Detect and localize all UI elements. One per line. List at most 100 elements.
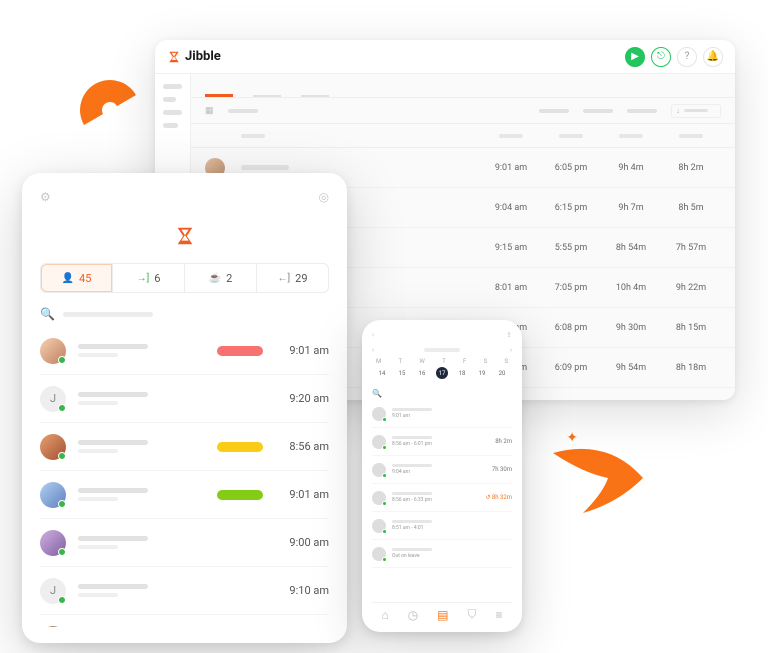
desktop-tabs — [191, 74, 735, 98]
phone-calendar: MTWTFSS 14151617181920 — [372, 356, 512, 385]
status-dot — [58, 548, 66, 556]
list-item[interactable]: 9:13 am — [40, 615, 329, 627]
item-meta — [78, 488, 217, 501]
list-item[interactable]: 8:56 am - 6:33 pm↺ 8h 32m — [372, 484, 512, 512]
nav-reports-icon[interactable]: ▤ — [437, 608, 448, 622]
list-item[interactable]: 9:00 am — [40, 519, 329, 567]
cal-day[interactable]: 15 — [396, 367, 408, 379]
cal-day[interactable]: 18 — [456, 367, 468, 379]
list-item[interactable]: 8:51 am - 4:01 — [372, 512, 512, 540]
prev-icon[interactable]: ‹ — [372, 346, 374, 354]
brand-logo[interactable]: Jibble — [167, 49, 221, 64]
nav-shield-icon[interactable]: ⛉ — [467, 607, 476, 622]
desktop-titlebar: Jibble ▶ ⎋ ? 🔔 — [155, 40, 735, 74]
calendar-icon[interactable]: ▦ — [205, 106, 214, 116]
target-icon[interactable]: ◎ — [319, 190, 329, 204]
col-payable: 8h 5m — [661, 203, 721, 213]
item-meta — [78, 392, 217, 405]
cal-day[interactable]: 17 — [436, 367, 448, 379]
export-icon[interactable]: ⇪ — [506, 331, 512, 339]
segment-out[interactable]: ←] 29 — [257, 264, 328, 292]
item-duration: 8h 2m — [495, 438, 512, 445]
tablet-search[interactable]: 🔍 — [40, 307, 329, 321]
cal-day[interactable]: 14 — [376, 367, 388, 379]
col-in: 9:15 am — [481, 243, 541, 253]
export-button[interactable] — [671, 104, 721, 118]
item-time: 9:20 am — [275, 392, 329, 405]
nav-menu-icon[interactable]: ≡ — [495, 608, 502, 622]
item-time: 9:01 am — [392, 413, 506, 419]
list-item[interactable]: 8:56 am — [40, 423, 329, 471]
tab[interactable] — [301, 95, 329, 97]
item-meta — [78, 536, 217, 549]
help-button[interactable]: ? — [677, 47, 697, 67]
item-meta — [78, 344, 217, 357]
list-item[interactable]: 9:01 am — [40, 471, 329, 519]
avatar — [40, 482, 66, 508]
item-time: 9:10 am — [275, 584, 329, 597]
tab[interactable] — [253, 95, 281, 97]
decorative-swoosh-left — [73, 73, 146, 146]
tab-active[interactable] — [205, 94, 233, 97]
status-chip — [217, 346, 263, 356]
cal-day[interactable]: 19 — [476, 367, 488, 379]
user-status-button[interactable]: ⎋ — [651, 47, 671, 67]
status-segment-control: 👤 45 →] 6 ☕ 2 ←] 29 — [40, 263, 329, 293]
cal-day-label: S — [484, 358, 488, 365]
segment-break[interactable]: ☕ 2 — [185, 264, 257, 292]
settings-icon[interactable]: ⚙ — [40, 190, 51, 204]
table-header — [191, 124, 735, 148]
tablet-window: ⚙ ◎ 👤 45 →] 6 ☕ 2 ←] 29 🔍 9:01 am J 9:20 a… — [22, 173, 347, 643]
sidebar-item[interactable] — [163, 84, 182, 89]
nav-timer-icon[interactable]: ◷ — [408, 608, 418, 622]
nav-home-icon[interactable]: ⌂ — [381, 608, 388, 622]
list-item[interactable]: 9:04 am7h 30m — [372, 456, 512, 484]
col-payable: 8h 18m — [661, 363, 721, 373]
play-button[interactable]: ▶ — [625, 47, 645, 67]
avatar — [372, 407, 386, 421]
arrow-in-icon: →] — [137, 273, 150, 284]
list-item[interactable]: 9:01 am — [372, 400, 512, 428]
cal-day[interactable]: 20 — [496, 367, 508, 379]
avatar — [40, 338, 66, 364]
list-item[interactable]: J9:10 am — [40, 567, 329, 615]
search-placeholder — [63, 312, 153, 317]
sidebar-item[interactable] — [163, 123, 178, 128]
item-meta — [78, 440, 217, 453]
list-item[interactable]: Out on leave — [372, 540, 512, 568]
tablet-list: 9:01 am J 9:20 am 8:56 am 9:01 am 9:00 amJ9:1… — [40, 327, 329, 627]
col-total: 9h 30m — [601, 323, 661, 333]
phone-search[interactable]: 🔍 — [372, 389, 512, 398]
status-chip — [217, 442, 263, 452]
segment-in[interactable]: →] 6 — [113, 264, 185, 292]
item-duration: ↺ 8h 32m — [485, 494, 512, 501]
avatar — [40, 434, 66, 460]
list-item[interactable]: J 9:20 am — [40, 375, 329, 423]
segment-value: 29 — [295, 272, 307, 285]
list-item[interactable]: 8:56 am - 6:01 pm8h 2m — [372, 428, 512, 456]
phone-window: ‹ ⇪ ‹ › MTWTFSS 14151617181920 🔍 9:01 am… — [362, 320, 522, 632]
item-time: 9:01 am — [275, 344, 329, 357]
list-item[interactable]: 9:01 am — [40, 327, 329, 375]
status-dot — [58, 500, 66, 508]
segment-all[interactable]: 👤 45 — [41, 264, 113, 292]
desktop-header-actions: ▶ ⎋ ? 🔔 — [625, 47, 723, 67]
col-in: 8:01 am — [481, 283, 541, 293]
arrow-out-icon: ←] — [277, 273, 290, 284]
item-duration: 7h 30m — [492, 466, 512, 473]
cal-day-label: W — [419, 358, 424, 365]
next-icon[interactable]: › — [510, 346, 512, 354]
decorative-swoosh-right — [548, 443, 648, 523]
cal-day-label: F — [463, 358, 466, 365]
notifications-button[interactable]: 🔔 — [703, 47, 723, 67]
col-out: 5:55 pm — [541, 243, 601, 253]
cal-day[interactable]: 16 — [416, 367, 428, 379]
status-chip — [217, 490, 263, 500]
avatar: J — [40, 386, 66, 412]
item-time: 9:01 am — [275, 488, 329, 501]
back-icon[interactable]: ‹ — [372, 331, 374, 339]
sidebar-item[interactable] — [163, 97, 176, 102]
search-icon: 🔍 — [40, 307, 55, 321]
avatar — [372, 435, 386, 449]
sidebar-item[interactable] — [163, 110, 182, 115]
